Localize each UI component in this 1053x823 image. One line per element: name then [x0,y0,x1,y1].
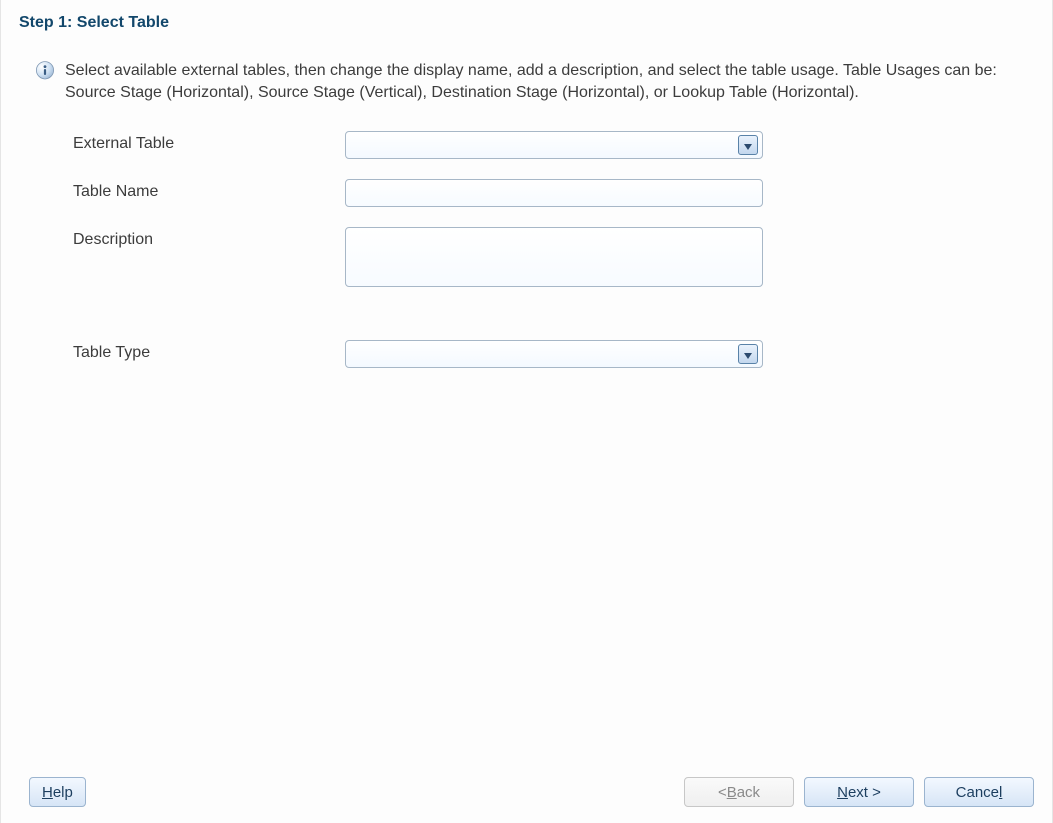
step-title: Step 1: Select Table [1,0,1052,42]
info-text: Select available external tables, then c… [55,60,1034,103]
help-button-suffix: elp [53,784,73,801]
chevron-down-icon [744,346,752,362]
external-table-dropdown-button[interactable] [738,135,758,155]
description-label: Description [73,227,345,249]
cancel-button-mnemonic: l [999,784,1002,801]
back-button-prefix: < [718,784,727,801]
table-name-input[interactable] [345,179,763,207]
table-name-label: Table Name [73,179,345,201]
table-type-dropdown-button[interactable] [738,344,758,364]
back-button: < Back [684,777,794,807]
cancel-button[interactable]: Cancel [924,777,1034,807]
next-button[interactable]: Next > [804,777,914,807]
info-icon [35,61,55,81]
form-area: External Table Table Name D [1,103,1052,368]
back-button-suffix: ack [737,784,760,801]
external-table-label: External Table [73,131,345,153]
field-table-type: Table Type [73,340,1052,368]
info-row: Select available external tables, then c… [1,42,1052,103]
external-table-select[interactable] [345,131,763,159]
field-table-name: Table Name [73,179,1052,207]
next-button-suffix: ext > [848,784,881,801]
table-type-label: Table Type [73,340,345,362]
field-description: Description [73,227,1052,290]
description-textarea[interactable] [345,227,763,287]
back-button-mnemonic: B [727,784,737,801]
table-type-select[interactable] [345,340,763,368]
cancel-button-prefix: Cance [956,784,999,801]
field-external-table: External Table [73,131,1052,159]
help-button-mnemonic: H [42,784,53,801]
next-button-mnemonic: N [837,784,848,801]
wizard-step-panel: Step 1: Select Table Select available ex… [0,0,1053,823]
chevron-down-icon [744,137,752,153]
wizard-footer: Help < Back Next > Cancel [1,777,1052,807]
help-button[interactable]: Help [29,777,86,807]
